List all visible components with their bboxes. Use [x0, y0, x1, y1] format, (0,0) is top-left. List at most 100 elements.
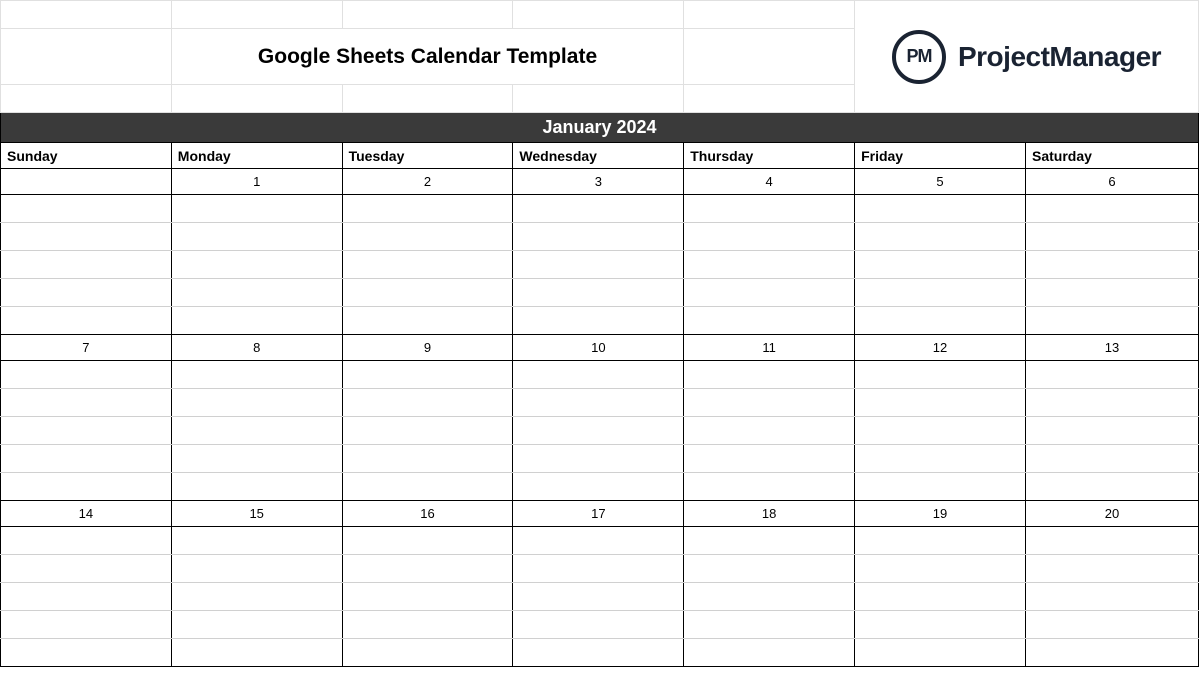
day-cell[interactable]: 19 — [855, 501, 1026, 527]
day-cell[interactable]: 7 — [1, 335, 172, 361]
day-cell[interactable] — [1, 169, 172, 195]
event-cell[interactable] — [1, 417, 172, 445]
event-cell[interactable] — [1, 639, 172, 667]
event-cell[interactable] — [684, 445, 855, 473]
day-cell[interactable]: 10 — [513, 335, 684, 361]
event-cell[interactable] — [855, 527, 1026, 555]
event-cell[interactable] — [684, 195, 855, 223]
event-cell[interactable] — [1026, 389, 1199, 417]
event-cell[interactable] — [684, 639, 855, 667]
event-cell[interactable] — [1026, 279, 1199, 307]
event-cell[interactable] — [1026, 639, 1199, 667]
event-cell[interactable] — [1026, 251, 1199, 279]
day-cell[interactable]: 13 — [1026, 335, 1199, 361]
event-cell[interactable] — [1026, 527, 1199, 555]
event-cell[interactable] — [1, 555, 172, 583]
event-cell[interactable] — [513, 583, 684, 611]
event-cell[interactable] — [1, 445, 172, 473]
cell[interactable] — [1, 85, 172, 113]
cell[interactable] — [171, 1, 342, 29]
day-cell[interactable]: 2 — [342, 169, 513, 195]
day-cell[interactable]: 4 — [684, 169, 855, 195]
event-cell[interactable] — [684, 223, 855, 251]
day-cell[interactable]: 14 — [1, 501, 172, 527]
cell[interactable] — [1, 29, 172, 85]
event-cell[interactable] — [1, 195, 172, 223]
event-cell[interactable] — [1026, 195, 1199, 223]
event-cell[interactable] — [342, 307, 513, 335]
event-cell[interactable] — [684, 307, 855, 335]
event-cell[interactable] — [342, 639, 513, 667]
event-cell[interactable] — [513, 279, 684, 307]
event-cell[interactable] — [855, 361, 1026, 389]
event-cell[interactable] — [513, 361, 684, 389]
day-cell[interactable]: 9 — [342, 335, 513, 361]
event-cell[interactable] — [513, 527, 684, 555]
event-cell[interactable] — [342, 279, 513, 307]
event-cell[interactable] — [1026, 445, 1199, 473]
event-cell[interactable] — [342, 473, 513, 501]
event-cell[interactable] — [1, 279, 172, 307]
event-cell[interactable] — [684, 611, 855, 639]
event-cell[interactable] — [342, 389, 513, 417]
event-cell[interactable] — [1026, 583, 1199, 611]
event-cell[interactable] — [171, 417, 342, 445]
day-cell[interactable]: 16 — [342, 501, 513, 527]
day-cell[interactable]: 20 — [1026, 501, 1199, 527]
event-cell[interactable] — [1, 527, 172, 555]
event-cell[interactable] — [171, 307, 342, 335]
cell[interactable] — [684, 29, 855, 85]
event-cell[interactable] — [342, 527, 513, 555]
event-cell[interactable] — [855, 611, 1026, 639]
cell[interactable] — [342, 1, 513, 29]
event-cell[interactable] — [342, 251, 513, 279]
event-cell[interactable] — [684, 555, 855, 583]
event-cell[interactable] — [513, 223, 684, 251]
event-cell[interactable] — [855, 251, 1026, 279]
event-cell[interactable] — [855, 445, 1026, 473]
event-cell[interactable] — [342, 417, 513, 445]
event-cell[interactable] — [1, 307, 172, 335]
event-cell[interactable] — [855, 639, 1026, 667]
event-cell[interactable] — [1026, 611, 1199, 639]
event-cell[interactable] — [342, 361, 513, 389]
day-cell[interactable]: 17 — [513, 501, 684, 527]
event-cell[interactable] — [342, 611, 513, 639]
event-cell[interactable] — [1, 583, 172, 611]
event-cell[interactable] — [1026, 307, 1199, 335]
event-cell[interactable] — [513, 639, 684, 667]
event-cell[interactable] — [171, 223, 342, 251]
event-cell[interactable] — [171, 473, 342, 501]
event-cell[interactable] — [171, 445, 342, 473]
event-cell[interactable] — [684, 527, 855, 555]
event-cell[interactable] — [855, 223, 1026, 251]
day-cell[interactable]: 1 — [171, 169, 342, 195]
day-cell[interactable]: 6 — [1026, 169, 1199, 195]
cell[interactable] — [342, 85, 513, 113]
event-cell[interactable] — [171, 527, 342, 555]
cell[interactable] — [513, 85, 684, 113]
event-cell[interactable] — [513, 389, 684, 417]
event-cell[interactable] — [513, 251, 684, 279]
cell[interactable] — [1, 1, 172, 29]
event-cell[interactable] — [1026, 223, 1199, 251]
day-cell[interactable]: 8 — [171, 335, 342, 361]
cell[interactable] — [513, 1, 684, 29]
event-cell[interactable] — [1026, 417, 1199, 445]
event-cell[interactable] — [684, 473, 855, 501]
event-cell[interactable] — [513, 195, 684, 223]
cell[interactable] — [684, 1, 855, 29]
event-cell[interactable] — [1026, 361, 1199, 389]
event-cell[interactable] — [684, 417, 855, 445]
day-cell[interactable]: 12 — [855, 335, 1026, 361]
day-cell[interactable]: 3 — [513, 169, 684, 195]
event-cell[interactable] — [342, 555, 513, 583]
event-cell[interactable] — [855, 195, 1026, 223]
event-cell[interactable] — [171, 389, 342, 417]
event-cell[interactable] — [1, 361, 172, 389]
event-cell[interactable] — [513, 307, 684, 335]
event-cell[interactable] — [342, 583, 513, 611]
event-cell[interactable] — [513, 473, 684, 501]
event-cell[interactable] — [684, 279, 855, 307]
event-cell[interactable] — [171, 639, 342, 667]
